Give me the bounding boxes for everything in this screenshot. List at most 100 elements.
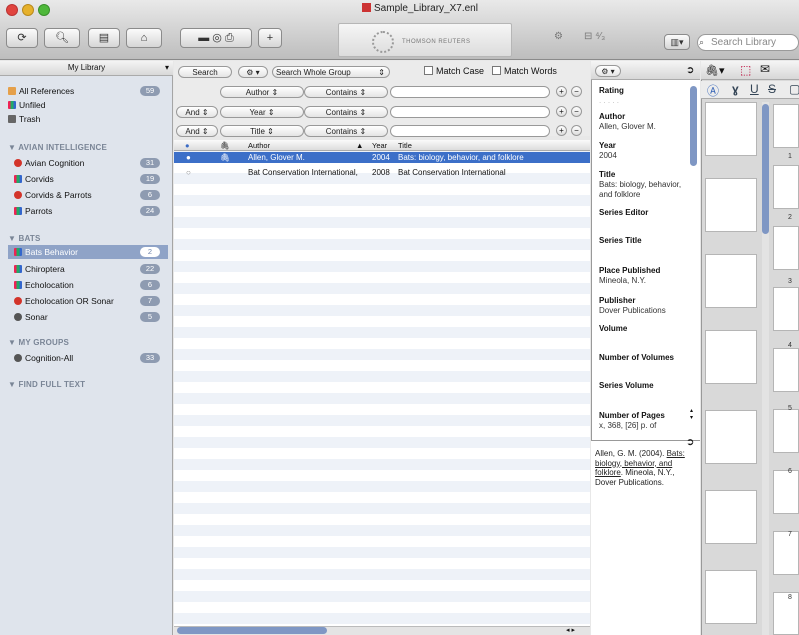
search-operator-select[interactable]: Contains ⇕ [304, 125, 388, 137]
note-icon[interactable]: ɣ [732, 82, 739, 96]
pdf-page[interactable] [773, 470, 799, 514]
boolean-select[interactable]: And ⇕ [176, 106, 218, 118]
reference-scrollbar[interactable] [690, 86, 697, 166]
text-highlight-icon[interactable]: Ⓐ [707, 82, 719, 99]
page-thumbnail[interactable] [705, 330, 757, 384]
field-value-publisher[interactable]: Dover Publications [599, 306, 687, 316]
search-field-select[interactable]: Year ⇕ [220, 106, 304, 118]
pdf-page[interactable] [773, 348, 799, 392]
search-term-input[interactable] [390, 86, 550, 98]
add-row-button[interactable]: + [556, 86, 567, 97]
reference-scroll-arrows[interactable]: ▴ ▾ [690, 408, 693, 422]
boolean-select[interactable]: And ⇕ [176, 125, 218, 137]
close-window-button[interactable] [6, 4, 18, 16]
remove-row-button[interactable]: − [571, 106, 582, 117]
add-row-button[interactable]: + [556, 125, 567, 136]
pdf-page[interactable] [773, 165, 799, 209]
read-status-column-icon[interactable]: ● [185, 140, 190, 151]
expand-preview-icon[interactable]: ➲ [686, 437, 694, 448]
pdf-page[interactable] [773, 592, 799, 635]
layout-menu-button[interactable]: ▥▾ [664, 34, 690, 50]
remove-row-button[interactable]: − [571, 125, 582, 136]
page-thumbnail[interactable] [705, 178, 757, 232]
thumbnail-scrollbar-thumb[interactable] [762, 104, 769, 234]
search-options-button[interactable]: ⚙ ▾ [238, 66, 268, 78]
minimize-window-button[interactable] [22, 4, 34, 16]
field-value-number-of-pages[interactable]: x, 368, [26] p. of [599, 421, 687, 431]
page-thumbnail[interactable] [705, 490, 757, 544]
group-header-bats[interactable]: ▼ BATS [8, 234, 41, 243]
pdf-page[interactable] [773, 409, 799, 453]
field-value-place-published[interactable]: Mineola, N.Y. [599, 276, 687, 286]
new-reference-button[interactable]: ▤ [88, 28, 120, 48]
search-field-select[interactable]: Title ⇕ [220, 125, 304, 137]
column-header-year[interactable]: Year [372, 140, 387, 151]
sidebar-item-all-references[interactable]: All References 59 [8, 84, 168, 98]
horizontal-scrollbar-thumb[interactable] [177, 627, 327, 634]
sync-button[interactable]: ⟳ [6, 28, 38, 48]
sidebar-item-bats-behavior[interactable]: Bats Behavior 2 [8, 245, 168, 259]
sidebar-item-echolocation[interactable]: Echolocation 6 [14, 278, 168, 292]
sidebar-item-echolocation-or-sonar[interactable]: Echolocation OR Sonar 7 [14, 294, 168, 308]
scroll-arrows-icon[interactable]: ◂ ▸ [566, 626, 575, 634]
search-button[interactable]: Search [178, 66, 232, 78]
read-status-icon[interactable]: ● [186, 152, 191, 163]
sidebar-item-parrots[interactable]: Parrots 24 [14, 204, 168, 218]
search-term-input[interactable] [390, 125, 550, 137]
search-operator-select[interactable]: Contains ⇕ [304, 86, 388, 98]
sidebar-item-corvids[interactable]: Corvids 19 [14, 172, 168, 186]
column-header-title[interactable]: Title [398, 140, 412, 151]
add-row-button[interactable]: + [556, 106, 567, 117]
field-value-author[interactable]: Allen, Glover M. [599, 122, 687, 132]
group-header-find-full-text[interactable]: ▼ FIND FULL TEXT [8, 380, 85, 389]
pdf-page[interactable] [773, 531, 799, 575]
strikethrough-icon[interactable]: S [768, 82, 776, 96]
zoom-window-button[interactable] [38, 4, 50, 16]
page-thumbnail[interactable] [705, 570, 757, 624]
match-case-checkbox[interactable] [424, 66, 433, 75]
reference-options-button[interactable]: ⚙ ▾ [595, 65, 621, 77]
match-words-checkbox[interactable] [492, 66, 501, 75]
group-header-avian-intelligence[interactable]: ▼ AVIAN INTELLIGENCE [8, 143, 107, 152]
sidebar-item-trash[interactable]: Trash [8, 112, 168, 126]
citation-icon[interactable]: ⚙ [554, 31, 572, 45]
collapse-panel-icon[interactable]: ➲ [686, 65, 694, 76]
field-value-year[interactable]: 2004 [599, 151, 687, 161]
search-term-input[interactable] [390, 106, 550, 118]
format-icons[interactable]: ⊟ ⁴⁄₃ [584, 31, 624, 45]
search-field-select[interactable]: Author ⇕ [220, 86, 304, 98]
field-value-title[interactable]: Bats: biology, behavior, and folklore [599, 180, 687, 199]
search-library-input[interactable]: Search Library [697, 34, 799, 51]
page-thumbnail[interactable] [705, 254, 757, 308]
group-header-my-groups[interactable]: ▼ MY GROUPS [8, 338, 69, 347]
sidebar-item-sonar[interactable]: Sonar 5 [14, 310, 168, 324]
online-search-button[interactable]: 🔍︎ [44, 28, 80, 48]
attachment-column-icon[interactable]: 🖇 [220, 140, 230, 151]
sidebar-item-chiroptera[interactable]: Chiroptera 22 [14, 262, 168, 276]
sidebar-item-unfiled[interactable]: Unfiled [8, 98, 168, 112]
pdf-page[interactable] [773, 287, 799, 331]
sidebar-item-avian-cognition[interactable]: Avian Cognition 31 [14, 156, 168, 170]
email-icon[interactable]: ✉ [760, 62, 770, 76]
column-header-author[interactable]: Author [248, 140, 270, 151]
read-status-icon[interactable]: ○ [186, 167, 191, 178]
layout-toggle-group[interactable]: ▬ ◎ ⎙ [180, 28, 252, 48]
sidebar-item-corvids-parrots[interactable]: Corvids & Parrots 6 [14, 188, 168, 202]
attach-file-icon[interactable]: 🖇▾ [705, 64, 725, 77]
rating-stars[interactable]: . . . . . [599, 96, 687, 106]
export-button[interactable]: ⌂ [126, 28, 162, 48]
search-scope-select[interactable]: Search Whole Group ⇕ [272, 66, 390, 78]
pdf-page[interactable] [773, 104, 799, 148]
attachment-icon[interactable]: 🖇 [220, 152, 230, 163]
table-row[interactable]: ● 🖇 Allen, Glover M. 2004 Bats: biology,… [174, 152, 590, 163]
pdf-page[interactable] [773, 226, 799, 270]
page-thumbnail[interactable] [705, 102, 757, 156]
table-row[interactable]: ○ Bat Conservation International, 2008 B… [174, 167, 590, 178]
open-pdf-icon[interactable]: ⬚ [740, 63, 751, 77]
page-thumbnail[interactable] [705, 410, 757, 464]
remove-row-button[interactable]: − [571, 86, 582, 97]
search-operator-select[interactable]: Contains ⇕ [304, 106, 388, 118]
library-header[interactable]: My Library ▾ [0, 61, 173, 76]
new-group-button[interactable]: + [258, 28, 282, 48]
comment-icon[interactable]: ▢ [789, 82, 799, 96]
